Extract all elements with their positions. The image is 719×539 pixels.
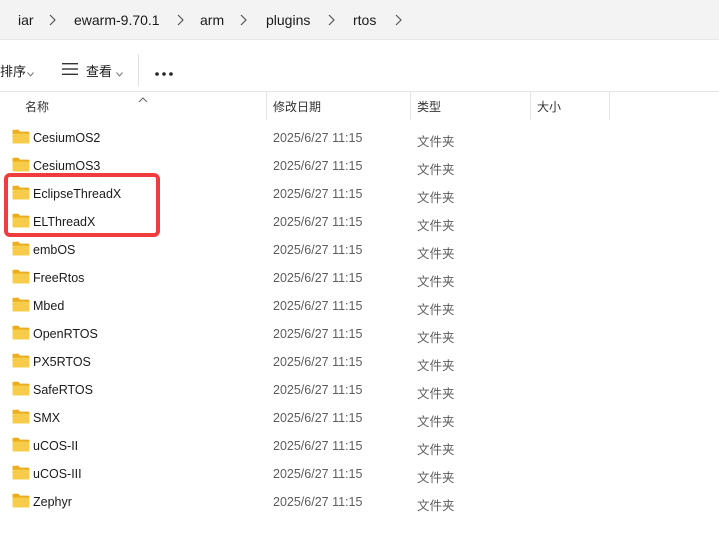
table-row[interactable]: Zephyr 2025/6/27 11:15 文件夹 — [0, 488, 719, 516]
breadcrumb-item-iar[interactable]: iar — [18, 12, 34, 28]
file-date: 2025/6/27 11:15 — [273, 159, 363, 173]
folder-icon — [12, 353, 30, 368]
breadcrumb-item-ewarm[interactable]: ewarm-9.70.1 — [74, 12, 160, 28]
column-separator[interactable] — [609, 92, 610, 120]
file-name: CesiumOS3 — [33, 159, 101, 173]
table-row[interactable]: SMX 2025/6/27 11:15 文件夹 — [0, 404, 719, 432]
file-name: OpenRTOS — [33, 327, 98, 341]
file-name: Mbed — [33, 299, 65, 313]
file-type: 文件夹 — [417, 219, 455, 233]
list-view-icon[interactable] — [62, 63, 78, 75]
breadcrumb: iar ewarm-9.70.1 arm plugins rtos — [0, 0, 719, 40]
file-date: 2025/6/27 11:15 — [273, 383, 363, 397]
toolbar: 排序 查看 — [0, 40, 719, 92]
column-header: 名称 修改日期 类型 大小 — [0, 92, 719, 120]
file-name: uCOS-III — [33, 467, 82, 481]
folder-icon — [12, 157, 30, 172]
file-date: 2025/6/27 11:15 — [273, 187, 363, 201]
sort-button[interactable]: 排序 — [0, 61, 26, 80]
file-type: 文件夹 — [417, 247, 455, 261]
file-name: CesiumOS2 — [33, 131, 101, 145]
column-name[interactable]: 名称 — [25, 98, 49, 115]
table-row[interactable]: SafeRTOS 2025/6/27 11:15 文件夹 — [0, 376, 719, 404]
file-date: 2025/6/27 11:15 — [273, 467, 363, 481]
file-type: 文件夹 — [417, 191, 455, 205]
file-type: 文件夹 — [417, 303, 455, 317]
file-date: 2025/6/27 11:15 — [273, 131, 363, 145]
file-date: 2025/6/27 11:15 — [273, 299, 363, 313]
file-name: SMX — [33, 411, 61, 425]
folder-icon — [12, 269, 30, 284]
chevron-right-icon — [177, 14, 184, 26]
highlight-box — [4, 173, 160, 237]
file-date: 2025/6/27 11:15 — [273, 355, 363, 369]
file-name: Zephyr — [33, 495, 72, 509]
chevron-right-icon — [49, 14, 56, 26]
file-type: 文件夹 — [417, 443, 455, 457]
table-row[interactable]: FreeRtos 2025/6/27 11:15 文件夹 — [0, 264, 719, 292]
file-date: 2025/6/27 11:15 — [273, 215, 363, 229]
toolbar-divider — [138, 54, 139, 86]
file-name: FreeRtos — [33, 271, 85, 285]
table-row[interactable]: OpenRTOS 2025/6/27 11:15 文件夹 — [0, 320, 719, 348]
column-date[interactable]: 修改日期 — [273, 98, 321, 115]
breadcrumb-item-plugins[interactable]: plugins — [266, 12, 310, 28]
file-date: 2025/6/27 11:15 — [273, 439, 363, 453]
chevron-down-icon[interactable] — [27, 66, 34, 80]
column-type[interactable]: 类型 — [417, 98, 441, 115]
sort-up-icon — [138, 92, 148, 106]
column-separator[interactable] — [410, 92, 411, 120]
file-name: embOS — [33, 243, 76, 257]
file-name: SafeRTOS — [33, 383, 93, 397]
chevron-right-icon — [240, 14, 247, 26]
file-date: 2025/6/27 11:15 — [273, 271, 363, 285]
table-row[interactable]: uCOS-II 2025/6/27 11:15 文件夹 — [0, 432, 719, 460]
file-date: 2025/6/27 11:15 — [273, 243, 363, 257]
file-date: 2025/6/27 11:15 — [273, 411, 363, 425]
table-row[interactable]: uCOS-III 2025/6/27 11:15 文件夹 — [0, 460, 719, 488]
table-row[interactable]: PX5RTOS 2025/6/27 11:15 文件夹 — [0, 348, 719, 376]
file-type: 文件夹 — [417, 359, 455, 373]
column-size[interactable]: 大小 — [537, 98, 561, 115]
folder-icon — [12, 241, 30, 256]
file-type: 文件夹 — [417, 275, 455, 289]
view-button[interactable]: 查看 — [86, 61, 112, 80]
folder-icon — [12, 465, 30, 480]
table-row[interactable]: Mbed 2025/6/27 11:15 文件夹 — [0, 292, 719, 320]
file-type: 文件夹 — [417, 415, 455, 429]
folder-icon — [12, 409, 30, 424]
table-row[interactable]: CesiumOS2 2025/6/27 11:15 文件夹 — [0, 124, 719, 152]
chevron-right-icon[interactable] — [395, 14, 402, 26]
column-separator[interactable] — [266, 92, 267, 120]
file-date: 2025/6/27 11:15 — [273, 495, 363, 509]
file-name: uCOS-II — [33, 439, 79, 453]
column-separator[interactable] — [530, 92, 531, 120]
file-type: 文件夹 — [417, 163, 455, 177]
breadcrumb-item-arm[interactable]: arm — [200, 12, 224, 28]
folder-icon — [12, 325, 30, 340]
folder-icon — [12, 493, 30, 508]
file-name: PX5RTOS — [33, 355, 91, 369]
file-date: 2025/6/27 11:15 — [273, 327, 363, 341]
file-type: 文件夹 — [417, 499, 455, 513]
more-icon[interactable] — [154, 66, 174, 76]
chevron-right-icon — [328, 14, 335, 26]
file-type: 文件夹 — [417, 135, 455, 149]
folder-icon — [12, 129, 30, 144]
file-type: 文件夹 — [417, 331, 455, 345]
table-row[interactable]: embOS 2025/6/27 11:15 文件夹 — [0, 236, 719, 264]
folder-icon — [12, 297, 30, 312]
file-type: 文件夹 — [417, 387, 455, 401]
folder-icon — [12, 437, 30, 452]
chevron-down-icon[interactable] — [116, 66, 123, 80]
file-type: 文件夹 — [417, 471, 455, 485]
folder-icon — [12, 381, 30, 396]
breadcrumb-item-rtos[interactable]: rtos — [353, 12, 376, 28]
